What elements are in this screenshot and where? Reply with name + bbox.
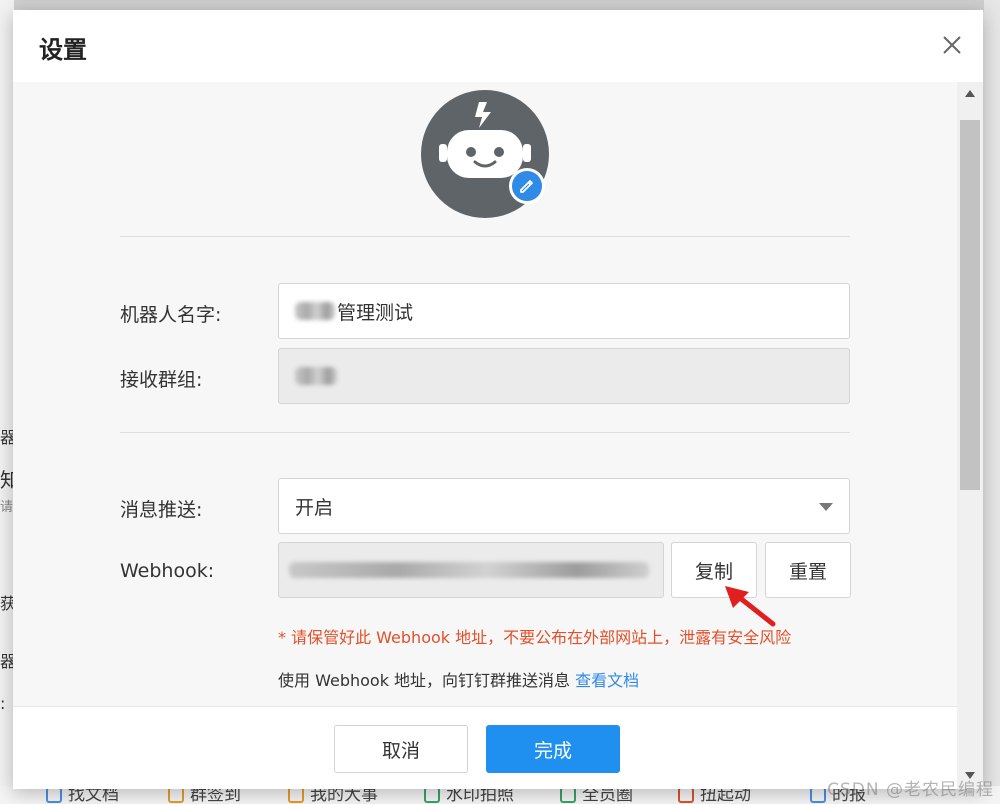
dialog-title: 设置 [39,36,87,64]
dialog-scrollbar[interactable] [957,82,983,789]
background-left-item: 知 [0,468,14,492]
close-icon [943,36,961,54]
background-left-item: : [0,694,6,713]
push-select-value: 开启 [295,496,334,519]
done-button[interactable]: 完成 [486,725,620,773]
circle-icon [560,787,576,803]
webhook-hint: 使用 Webhook 地址，向钉钉群推送消息 查看文档 [278,667,639,691]
dialog-footer: 取消 完成 [13,706,957,789]
settings-dialog: 设置 机器人名字: 管理测试 接收群组: 消息推送: 开启 Webhook: 复… [13,10,983,789]
pencil-icon [520,180,533,193]
robot-name-input[interactable]: 管理测试 [278,283,850,339]
docs-icon [46,787,62,803]
cancel-button[interactable]: 取消 [334,725,468,773]
section-divider [120,432,850,433]
start-icon [678,787,694,803]
dialog-body: 机器人名字: 管理测试 接收群组: 消息推送: 开启 Webhook: 复制 重… [13,82,957,706]
background-left-panel: 器 知 请 获 器 : [0,0,14,804]
watermark: CSDN @老农民编程 [827,780,994,800]
push-label: 消息推送: [120,499,203,521]
dialog-header: 设置 [13,10,983,82]
webhook-field[interactable] [278,542,664,598]
blurred-text [289,562,649,578]
chevron-down-icon [819,503,833,511]
hint-text: 使用 Webhook 地址，向钉钉群推送消息 [278,671,571,690]
checkin-icon [168,787,184,803]
push-select[interactable]: 开启 [278,478,850,534]
red-arrow-annotation [725,586,776,627]
group-field [278,348,850,404]
camera-icon [424,787,440,803]
security-warning: * 请保管好此 Webhook 地址，不要公布在外部网站上，泄露有安全风险 [278,628,792,647]
background-left-item: 器 [0,652,14,671]
blurred-text [295,302,335,320]
events-icon [288,787,304,803]
scroll-up-icon[interactable] [965,90,975,97]
view-docs-link[interactable]: 查看文档 [575,671,639,690]
robot-name-label: 机器人名字: [120,304,222,326]
webhook-label: Webhook: [120,560,215,582]
robot-name-value: 管理测试 [337,301,414,324]
background-left-item: 获 [0,594,14,613]
section-divider [120,236,850,237]
scroll-thumb[interactable] [960,120,980,490]
background-left-item: 器 [0,428,14,447]
edit-avatar-button[interactable] [509,168,545,204]
background-left-item: 请 [0,500,14,515]
group-label: 接收群组: [120,369,203,391]
blurred-text [295,367,337,385]
close-button[interactable] [937,30,967,60]
report-icon [810,787,826,803]
